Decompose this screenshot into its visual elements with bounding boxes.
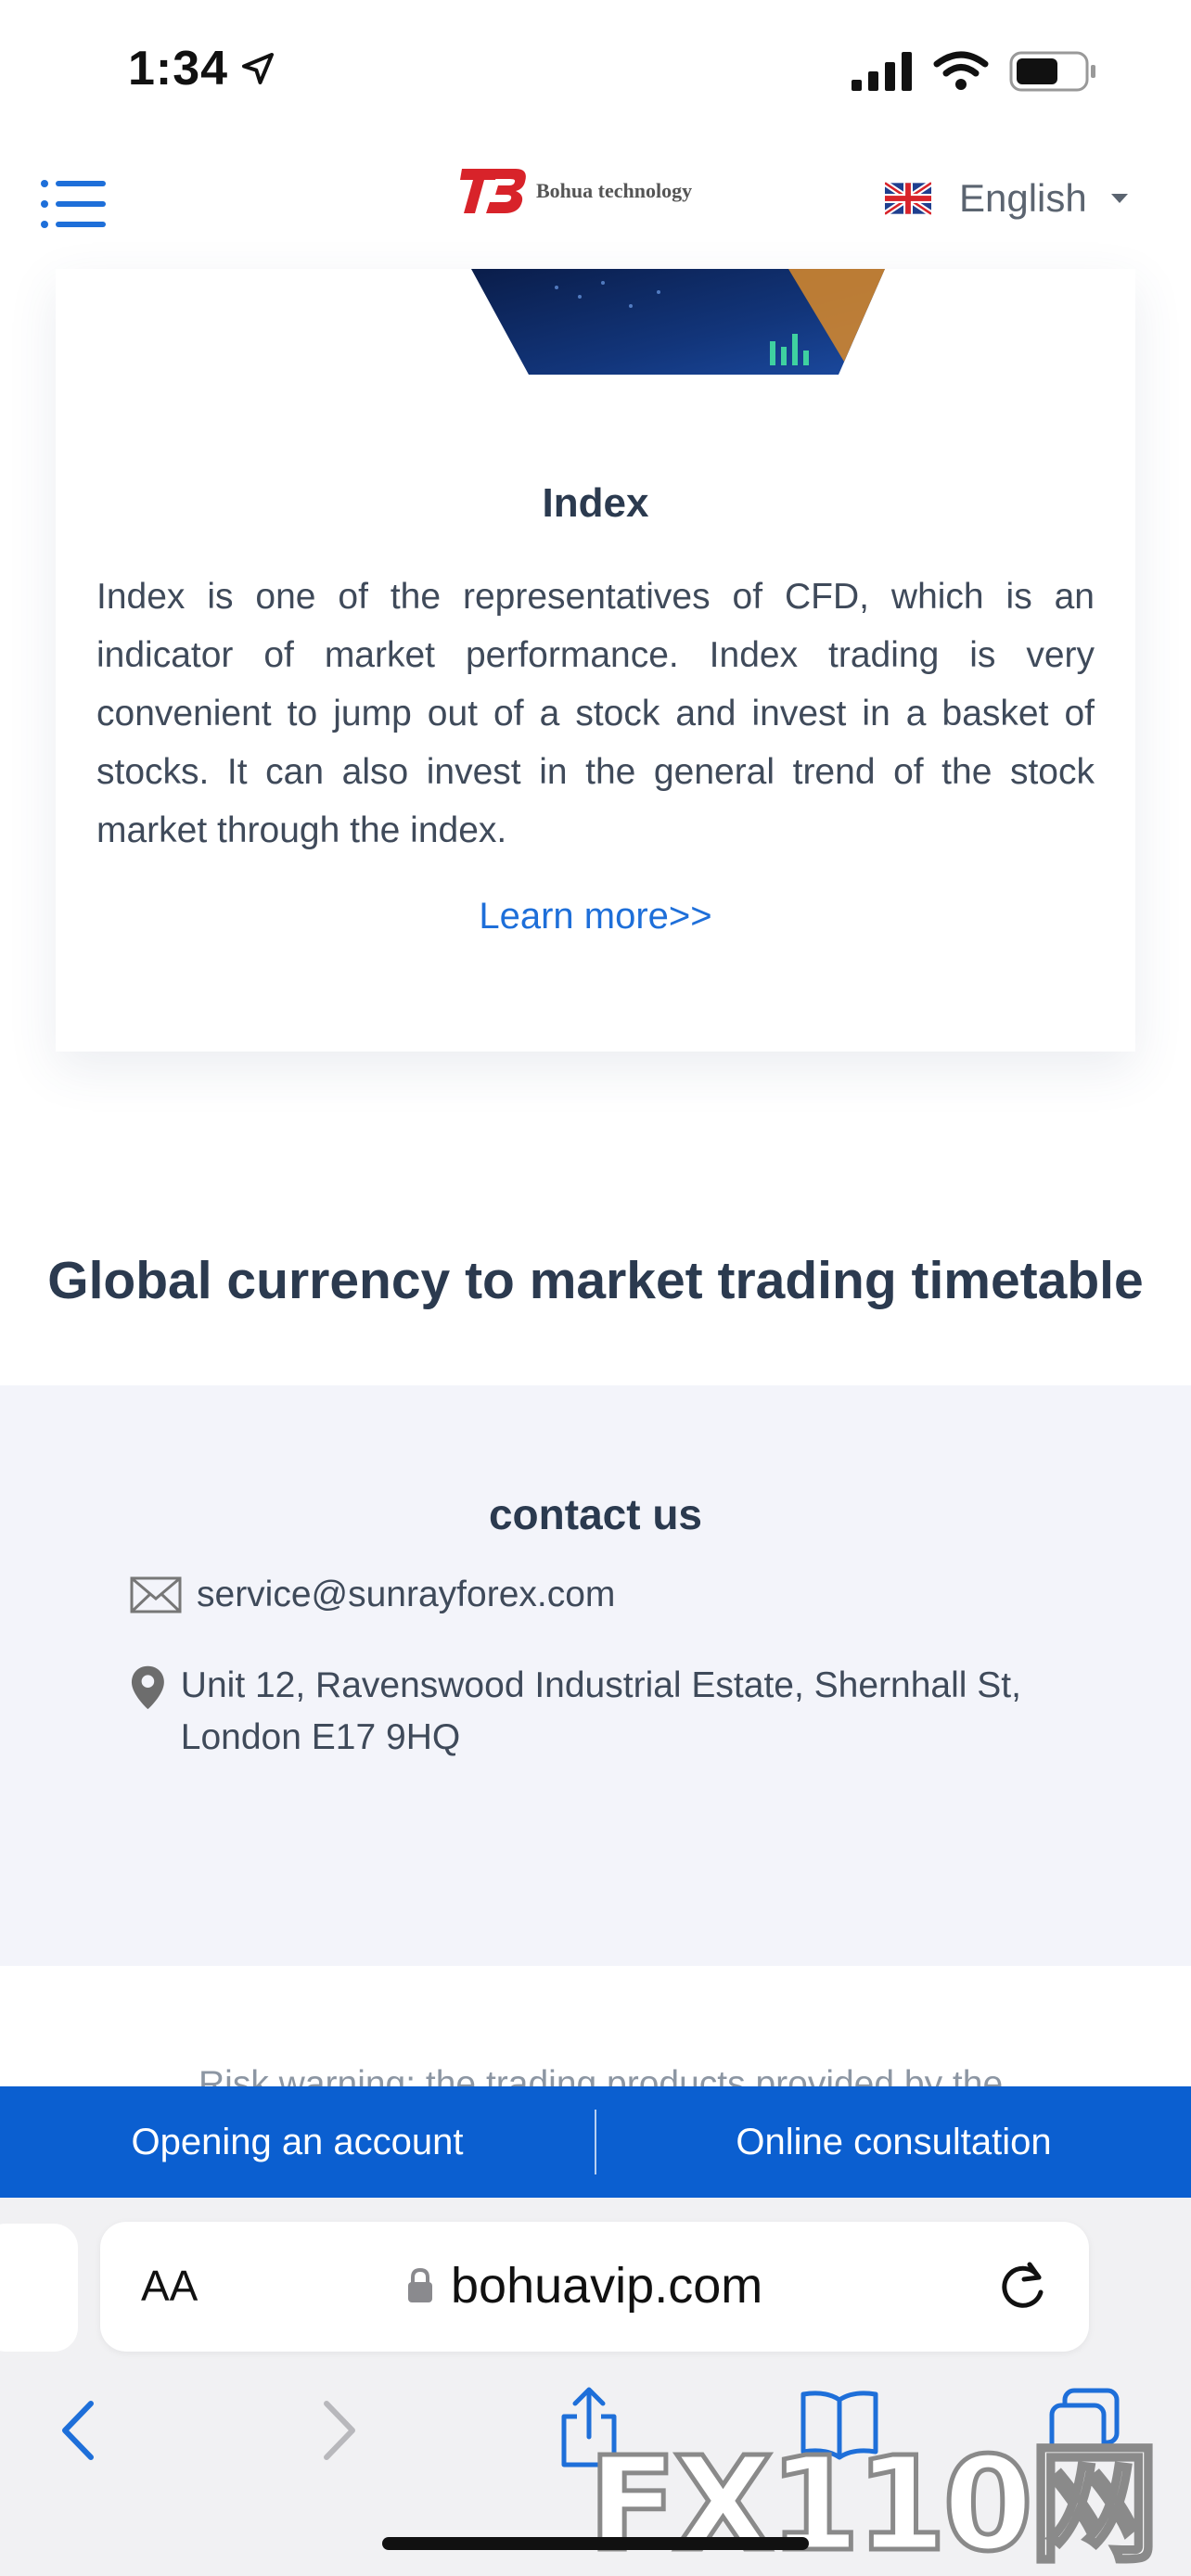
url-display[interactable]: bohuavip.com: [406, 2257, 762, 2315]
location-pin-icon: [131, 1665, 164, 1710]
online-consultation-button[interactable]: Online consultation: [596, 2122, 1191, 2163]
hamburger-menu-icon: [41, 180, 106, 228]
status-time: 1:34: [128, 41, 276, 96]
site-header: Bohua technology English: [0, 139, 1191, 269]
lock-icon: [408, 2267, 432, 2302]
learn-more-link[interactable]: Learn more>>: [56, 896, 1135, 937]
previous-tab-preview[interactable]: [0, 2224, 78, 2352]
site-logo[interactable]: Bohua technology: [458, 163, 692, 219]
cellular-signal-icon: [852, 52, 912, 91]
contact-title: contact us: [488, 1490, 703, 1538]
status-icons: [852, 50, 1098, 93]
card-description: Index is one of the representatives of C…: [96, 577, 1095, 850]
contact-email[interactable]: service@sunrayforex.com: [197, 1569, 615, 1621]
bottom-cta-bar: Opening an account Online consultation: [0, 2086, 1191, 2198]
wifi-icon: [933, 51, 989, 90]
contact-email-row: service@sunrayforex.com: [130, 1569, 615, 1621]
url-text: bohuavip.com: [451, 2258, 763, 2314]
contact-section: contact us service@sunrayforex.com Unit …: [0, 1385, 1191, 1966]
chevron-down-icon: [1110, 194, 1128, 203]
home-indicator: [382, 2537, 809, 2550]
reader-settings-label: AA: [141, 2262, 198, 2310]
clock-text: 1:34: [128, 42, 229, 96]
uk-flag-icon: [885, 181, 931, 216]
market-chart-image: [471, 269, 885, 375]
location-arrow-icon: [242, 53, 275, 84]
language-selector[interactable]: English: [885, 176, 1128, 221]
open-account-button[interactable]: Opening an account: [0, 2122, 595, 2163]
forward-chevron-icon[interactable]: [319, 2398, 360, 2463]
logo-mark-icon: [460, 169, 526, 213]
contact-address-row: Unit 12, Ravenswood Industrial Estate, S…: [130, 1660, 1057, 1764]
card-title: Index: [542, 480, 649, 526]
status-bar: 1:34: [0, 0, 1191, 139]
contact-address: Unit 12, Ravenswood Industrial Estate, S…: [180, 1665, 1021, 1757]
battery-icon: [1009, 51, 1095, 92]
timetable-heading: Global currency to market trading timeta…: [47, 1251, 1144, 1310]
address-bar[interactable]: AA bohuavip.com: [100, 2222, 1089, 2352]
reader-settings-button[interactable]: AA: [141, 2261, 198, 2311]
reload-button[interactable]: [996, 2257, 1052, 2317]
back-chevron-icon[interactable]: [58, 2398, 98, 2463]
menu-button[interactable]: [41, 178, 108, 230]
envelope-icon: [130, 1576, 182, 1613]
reload-icon: [1002, 2262, 1044, 2308]
language-label: English: [959, 176, 1087, 220]
logo-text: Bohua technology: [536, 179, 693, 202]
index-product-card: Index Index is one of the representative…: [56, 269, 1135, 1052]
